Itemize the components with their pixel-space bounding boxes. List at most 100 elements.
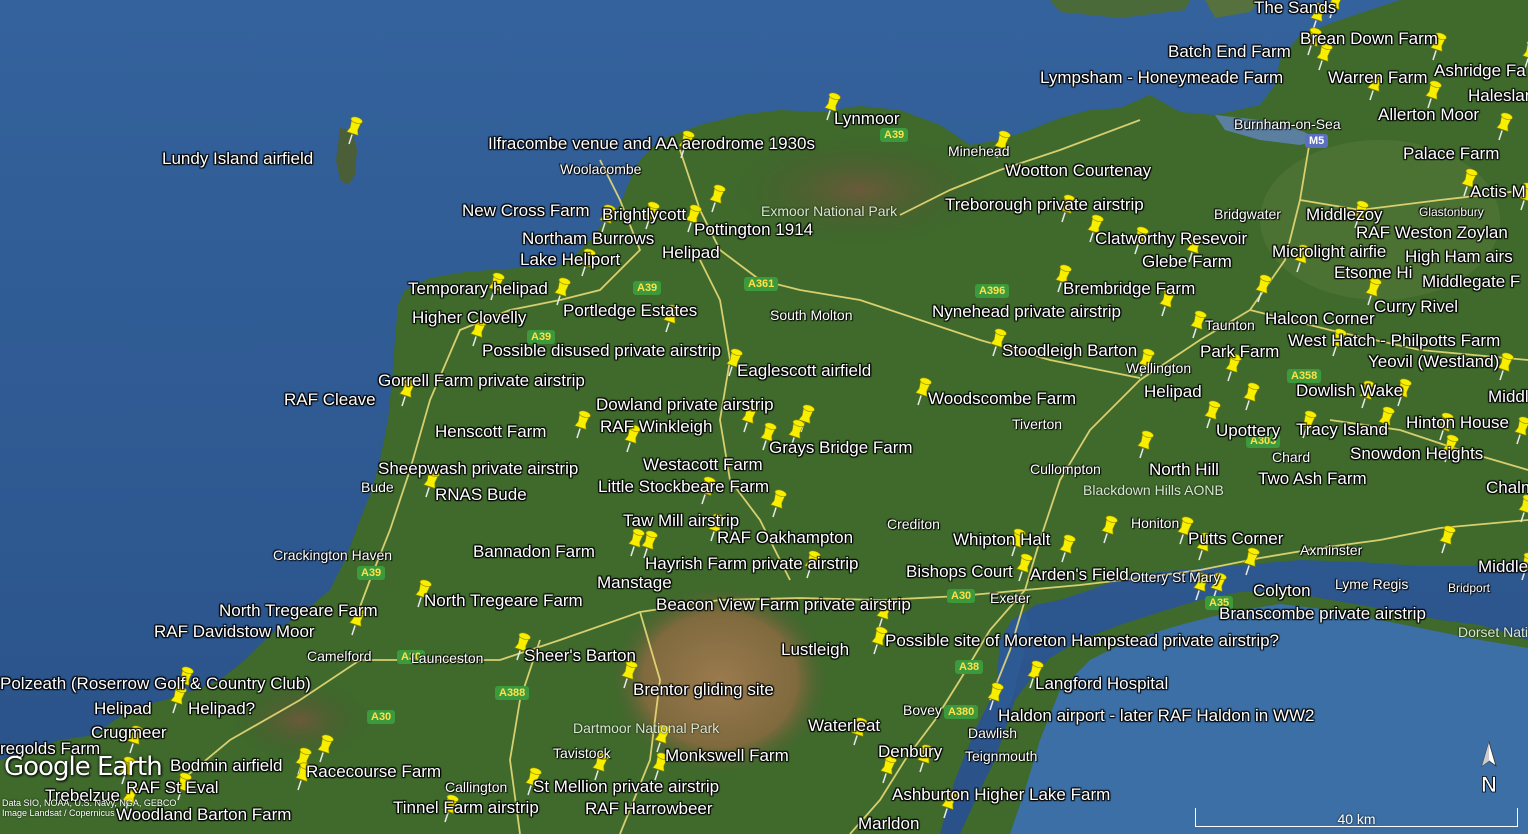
placemark-label[interactable]: Clatworthy Resevoir: [1095, 230, 1247, 247]
placemark-label[interactable]: Middlezoy: [1306, 206, 1383, 223]
placemark-label[interactable]: Hinton House: [1406, 414, 1509, 431]
placemark-label[interactable]: Brean Down Farm: [1300, 30, 1438, 47]
north-arrow-icon[interactable]: N: [1472, 740, 1506, 800]
placemark-label[interactable]: Sheer's Barton: [524, 647, 636, 664]
placemark-label[interactable]: Glebe Farm: [1142, 253, 1232, 270]
placemark-label[interactable]: Higher Clovelly: [412, 309, 526, 326]
placemark-label[interactable]: Putts Corner: [1188, 530, 1283, 547]
placemark-label[interactable]: Bannadon Farm: [473, 543, 595, 560]
placemark-label[interactable]: Arden's Field: [1030, 566, 1129, 583]
placemark-label[interactable]: Marldon: [858, 815, 919, 832]
placemark-label[interactable]: RNAS Bude: [435, 486, 527, 503]
placemark-label[interactable]: Curry Rivel: [1374, 298, 1458, 315]
placemark-label[interactable]: Beacon View Farm private airstrip: [656, 596, 911, 613]
placemark-label[interactable]: Lympsham - Honeymeade Farm: [1040, 69, 1283, 86]
placemark-label[interactable]: Pottington 1914: [694, 221, 813, 238]
placemark-label[interactable]: Tracy Island: [1296, 421, 1388, 438]
placemark-label[interactable]: Langford Hospital: [1035, 675, 1168, 692]
placemark-label[interactable]: Brembridge Farm: [1063, 280, 1195, 297]
placemark-label[interactable]: Haleslan: [1468, 87, 1528, 104]
placemark-label[interactable]: Yeovil (Westland): [1368, 353, 1499, 370]
placemark-label[interactable]: Northam Burrows: [522, 230, 654, 247]
placemark-label[interactable]: Microlight airfie: [1272, 243, 1386, 260]
placemark-label[interactable]: New Cross Farm: [462, 202, 590, 219]
placemark-label[interactable]: North Tregeare Farm: [219, 602, 378, 619]
placemark-label[interactable]: Sheepwash private airstrip: [378, 460, 578, 477]
placemark-label[interactable]: Henscott Farm: [435, 423, 546, 440]
placemark-label[interactable]: RAF Davidstow Moor: [154, 623, 315, 640]
placemark-label[interactable]: Stoodleigh Barton: [1002, 342, 1137, 359]
placemark-label[interactable]: Etsome Hi: [1334, 264, 1412, 281]
placemark-label[interactable]: Ashburton Higher Lake Farm: [892, 786, 1110, 803]
placemark-label[interactable]: Warren Farm: [1328, 69, 1428, 86]
placemark-label[interactable]: Helipad?: [188, 700, 255, 717]
placemark-label[interactable]: Taw Mill airstrip: [623, 512, 739, 529]
placemark-label[interactable]: Dowlish Wake: [1296, 382, 1403, 399]
placemark-label[interactable]: RAF Winkleigh: [600, 418, 712, 435]
placemark-label[interactable]: Allerton Moor: [1378, 106, 1479, 123]
placemark-label[interactable]: Colyton: [1253, 582, 1311, 599]
placemark-label[interactable]: Eaglescott airfield: [737, 362, 871, 379]
placemark-label[interactable]: Upottery: [1216, 422, 1280, 439]
placemark-label[interactable]: Hayrish Farm private airstrip: [645, 555, 859, 572]
placemark-label[interactable]: Polzeath (Roserrow Golf & Country Club): [0, 675, 311, 692]
placemark-label[interactable]: Monkswell Farm: [665, 747, 789, 764]
placemark-label[interactable]: Bishops Court: [906, 563, 1013, 580]
placemark-label[interactable]: Middle: [1488, 388, 1528, 405]
placemark-label[interactable]: Whipton Halt: [953, 531, 1050, 548]
placemark-label[interactable]: Portledge Estates: [563, 302, 697, 319]
placemark-label[interactable]: Bodmin airfield: [170, 757, 282, 774]
placemark-label[interactable]: Denbury: [878, 743, 942, 760]
placemark-label[interactable]: Treborough private airstrip: [945, 196, 1144, 213]
placemark-label[interactable]: RAF Harrowbeer: [585, 800, 713, 817]
placemark-label[interactable]: Racecourse Farm: [306, 763, 441, 780]
placemark-label[interactable]: Middle P: [1478, 558, 1528, 575]
placemark-label[interactable]: Lundy Island airfield: [162, 150, 313, 167]
placemark-label[interactable]: Westacott Farm: [643, 456, 763, 473]
placemark-label[interactable]: Middlegate F: [1422, 273, 1520, 290]
placemark-label[interactable]: Lustleigh: [781, 641, 849, 658]
placemark-label[interactable]: Park Farm: [1200, 343, 1279, 360]
placemark-label[interactable]: Grays Bridge Farm: [769, 439, 913, 456]
placemark-label[interactable]: Branscombe private airstrip: [1219, 605, 1426, 622]
placemark-label[interactable]: Two Ash Farm: [1258, 470, 1367, 487]
placemark-label[interactable]: RAF Oakhampton: [717, 529, 853, 546]
placemark-label[interactable]: Helipad: [662, 244, 720, 261]
placemark-label[interactable]: Halcon Corner: [1265, 310, 1375, 327]
placemark-label[interactable]: Gorrell Farm private airstrip: [378, 372, 585, 389]
placemark-label[interactable]: RAF Weston Zoylan: [1356, 224, 1508, 241]
placemark-label[interactable]: Actis M: [1470, 183, 1526, 200]
placemark-label[interactable]: The Sands: [1254, 0, 1336, 16]
placemark-label[interactable]: Brentor gliding site: [633, 681, 774, 698]
placemark-label[interactable]: Ilfracombe venue and AA aerodrome 1930s: [488, 135, 815, 152]
placemark-label[interactable]: Chalmin: [1486, 479, 1528, 496]
placemark-label[interactable]: Snowdon Heights: [1350, 445, 1483, 462]
placemark-label[interactable]: Batch End Farm: [1168, 43, 1291, 60]
placemark-label[interactable]: Woodscombe Farm: [928, 390, 1076, 407]
placemark-label[interactable]: Tinnel Farm airstrip: [393, 799, 539, 816]
placemark-label[interactable]: North Tregeare Farm: [424, 592, 583, 609]
placemark-label[interactable]: Haldon airport - later RAF Haldon in WW2: [998, 707, 1315, 724]
placemark-label[interactable]: Waterleat: [808, 717, 880, 734]
placemark-label[interactable]: Possible disused private airstrip: [482, 342, 721, 359]
placemark-label[interactable]: Helipad: [94, 700, 152, 717]
placemark-label[interactable]: Ashridge Fa: [1434, 62, 1526, 79]
placemark-label[interactable]: Possible site of Moreton Hampstead priva…: [885, 632, 1279, 649]
placemark-label[interactable]: High Ham airs: [1405, 248, 1513, 265]
placemark-label[interactable]: Lake Heliport: [520, 251, 620, 268]
placemark-label[interactable]: Temporary helipad: [408, 280, 548, 297]
placemark-label[interactable]: Crugmeer: [91, 724, 167, 741]
placemark-label[interactable]: Helipad: [1144, 383, 1202, 400]
placemark-label[interactable]: Nynehead private airstrip: [932, 303, 1121, 320]
placemark-label[interactable]: Lynmoor: [834, 110, 900, 127]
placemark-label[interactable]: Palace Farm: [1403, 145, 1499, 162]
placemark-label[interactable]: Little Stockbeare Farm: [598, 478, 769, 495]
placemark-label[interactable]: North Hill: [1149, 461, 1219, 478]
placemark-label[interactable]: Brightlycott: [602, 206, 686, 223]
placemark-label[interactable]: Wootton Courtenay: [1005, 162, 1151, 179]
placemark-label[interactable]: West Hatch - Philpotts Farm: [1288, 332, 1500, 349]
placemark-label[interactable]: RAF Cleave: [284, 391, 376, 408]
placemark-label[interactable]: Manstage: [597, 574, 672, 591]
placemark-label[interactable]: St Mellion private airstrip: [533, 778, 719, 795]
placemark-label[interactable]: Dowland private airstrip: [596, 396, 774, 413]
